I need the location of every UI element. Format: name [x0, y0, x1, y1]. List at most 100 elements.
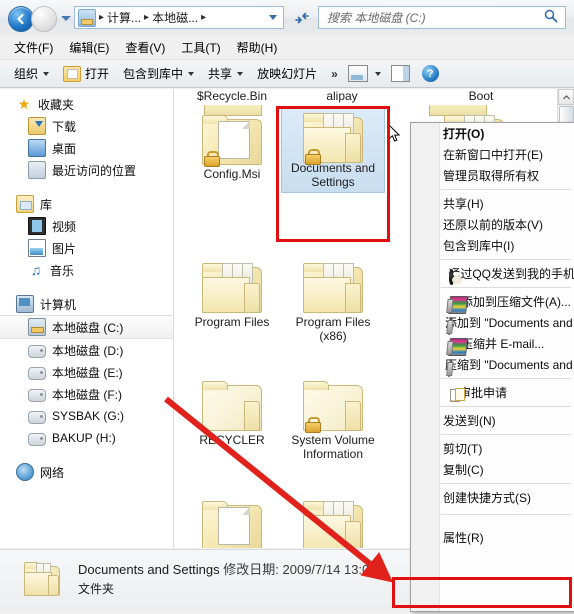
context-menu-item-approval-request[interactable]: ← 审批申请: [411, 382, 574, 403]
drive-icon: [28, 367, 46, 380]
menu-tools[interactable]: 工具(T): [181, 39, 220, 56]
search-icon[interactable]: [544, 9, 558, 26]
sidebar-label: 最近访问的位置: [52, 163, 137, 178]
open-button[interactable]: 打开: [63, 65, 109, 82]
sidebar-item-recent-places[interactable]: 最近访问的位置: [0, 159, 173, 181]
breadcrumb-drive[interactable]: 本地磁...: [152, 9, 198, 26]
refresh-button[interactable]: [291, 7, 313, 28]
status-item-name: Documents and Settings: [78, 562, 220, 577]
drive-icon: [28, 433, 46, 446]
sidebar-item-pictures[interactable]: 图片: [0, 237, 173, 259]
file-label: alipay: [326, 89, 358, 103]
sidebar-item-music[interactable]: ♫ 音乐: [0, 259, 173, 281]
sidebar-label: 本地磁盘 (D:): [52, 343, 124, 358]
context-menu-item-properties[interactable]: 属性(R): [411, 527, 574, 548]
menu-edit[interactable]: 编辑(E): [69, 39, 109, 56]
search-input[interactable]: 搜索 本地磁盘 (C:): [319, 9, 426, 26]
help-icon[interactable]: ?: [421, 65, 439, 82]
star-icon: ★: [17, 96, 31, 112]
context-menu-item-take-ownership[interactable]: 管理员取得所有权: [411, 165, 574, 186]
sidebar-item-desktop[interactable]: 桌面: [0, 137, 173, 159]
winrar-icon: [448, 337, 468, 356]
context-menu-item-send-via-qq[interactable]: 通过QQ发送到我的手机: [411, 263, 574, 285]
approval-icon: ←: [449, 387, 465, 404]
context-menu-item-create-shortcut[interactable]: 创建快捷方式(S): [411, 487, 574, 508]
chevron-down-icon: [43, 71, 50, 76]
file-item-program-files-x86[interactable]: Program Files (x86): [281, 261, 385, 343]
context-menu[interactable]: 打开(O) 在新窗口中打开(E) 管理员取得所有权 共享(H) 还原以前的版本(…: [410, 122, 574, 612]
folder-icon: [200, 113, 264, 167]
sidebar-label: 本地磁盘 (F:): [52, 387, 122, 402]
file-item-boot[interactable]: Boot: [429, 89, 533, 105]
sidebar-item-bakup-h[interactable]: BAKUP (H:): [0, 427, 173, 449]
music-icon: ♫: [30, 262, 42, 278]
preview-pane-icon[interactable]: [390, 65, 410, 82]
sidebar-item-libraries[interactable]: 库: [0, 193, 173, 215]
sidebar-item-favorites[interactable]: ★ 收藏夹: [0, 93, 173, 115]
slideshow-label: 放映幻灯片: [257, 67, 318, 81]
context-menu-separator: [441, 406, 571, 407]
navigation-pane[interactable]: ★ 收藏夹 下载 桌面 最近访问的位置 库 视频 图片 ♫ 音乐 计算机 本地磁…: [0, 89, 174, 548]
organize-button[interactable]: 组织: [14, 65, 50, 82]
file-label: Documents and Settings: [290, 161, 376, 189]
file-item-recycler[interactable]: RECYCLER: [180, 379, 284, 447]
file-item-system-volume-information[interactable]: System Volume Information: [281, 379, 385, 461]
context-menu-item-compress-to-named-and-email[interactable]: 压缩到 "Documents and S: [411, 354, 574, 377]
sidebar-label: 图片: [52, 241, 77, 256]
sidebar-item-sysbak-g[interactable]: SYSBAK (G:): [0, 405, 173, 427]
drive-icon: [28, 389, 46, 402]
breadcrumb-bar[interactable]: ▸ 计算... ▸ 本地磁... ▸: [74, 6, 284, 29]
file-item-config-msi[interactable]: Config.Msi: [180, 113, 284, 181]
folder-icon: [301, 379, 365, 433]
context-menu-item-open-new-window[interactable]: 在新窗口中打开(E): [411, 144, 574, 165]
breadcrumb-separator-icon[interactable]: ▸: [96, 12, 107, 23]
include-in-library-button[interactable]: 包含到库中: [123, 65, 195, 82]
context-menu-item-copy[interactable]: 复制(C): [411, 459, 574, 480]
toolbar-overflow-button[interactable]: »: [331, 67, 338, 81]
sidebar-item-local-disk-d[interactable]: 本地磁盘 (D:): [0, 339, 173, 361]
recent-pages-dropdown-icon[interactable]: [61, 16, 71, 21]
sidebar-item-local-disk-f[interactable]: 本地磁盘 (F:): [0, 383, 173, 405]
sidebar-item-network[interactable]: 网络: [0, 461, 173, 483]
change-view-button[interactable]: [347, 65, 381, 82]
context-menu-item-restore-previous-versions[interactable]: 还原以前的版本(V): [411, 214, 574, 235]
menu-help[interactable]: 帮助(H): [237, 39, 278, 56]
slideshow-button[interactable]: 放映幻灯片: [257, 65, 317, 82]
context-menu-item-open[interactable]: 打开(O): [411, 123, 574, 144]
file-item-partial-b[interactable]: [281, 499, 385, 548]
breadcrumb-separator-icon[interactable]: ▸: [141, 12, 152, 23]
sidebar-item-local-disk-e[interactable]: 本地磁盘 (E:): [0, 361, 173, 383]
context-menu-item-share[interactable]: 共享(H): [411, 193, 574, 214]
scroll-up-button[interactable]: [558, 89, 574, 105]
breadcrumb-computer[interactable]: 计算...: [107, 9, 141, 26]
share-label: 共享: [208, 67, 233, 81]
context-menu-separator: [441, 378, 571, 379]
context-menu-item-compress-and-email[interactable]: 压缩并 E-mail...: [411, 333, 574, 356]
open-folder-icon: [63, 65, 82, 82]
sidebar-item-local-disk-c[interactable]: 本地磁盘 (C:): [0, 315, 173, 339]
chevron-down-icon[interactable]: [269, 15, 277, 20]
file-item-alipay[interactable]: alipay: [290, 89, 394, 105]
context-menu-item-add-to-named-archive[interactable]: 添加到 "Documents and S: [411, 312, 574, 335]
computer-icon: [78, 8, 96, 27]
context-menu-item-send-to[interactable]: 发送到(N): [411, 410, 574, 431]
sidebar-item-downloads[interactable]: 下载: [0, 115, 173, 137]
folder-icon: [200, 499, 264, 548]
file-item-program-files[interactable]: Program Files: [180, 261, 284, 329]
sidebar-item-videos[interactable]: 视频: [0, 215, 173, 237]
share-button[interactable]: 共享: [208, 65, 244, 82]
chevron-down-icon: [237, 71, 244, 76]
menu-view[interactable]: 查看(V): [125, 39, 165, 56]
file-item-documents-and-settings[interactable]: Documents and Settings: [281, 107, 385, 193]
lock-icon: [204, 151, 220, 167]
forward-button[interactable]: [31, 6, 57, 32]
file-item-partial-a[interactable]: [180, 499, 284, 548]
context-menu-item-cut[interactable]: 剪切(T): [411, 438, 574, 459]
context-menu-item-add-to-archive[interactable]: 添加到压缩文件(A)...: [411, 291, 574, 314]
breadcrumb-separator-icon[interactable]: ▸: [198, 12, 209, 23]
file-item-recycle-bin[interactable]: $Recycle.Bin: [180, 89, 284, 105]
context-menu-item-include-in-library[interactable]: 包含到库中(I): [411, 235, 574, 256]
menu-file[interactable]: 文件(F): [14, 39, 53, 56]
search-box[interactable]: 搜索 本地磁盘 (C:): [318, 6, 566, 29]
sidebar-item-computer[interactable]: 计算机: [0, 293, 173, 315]
